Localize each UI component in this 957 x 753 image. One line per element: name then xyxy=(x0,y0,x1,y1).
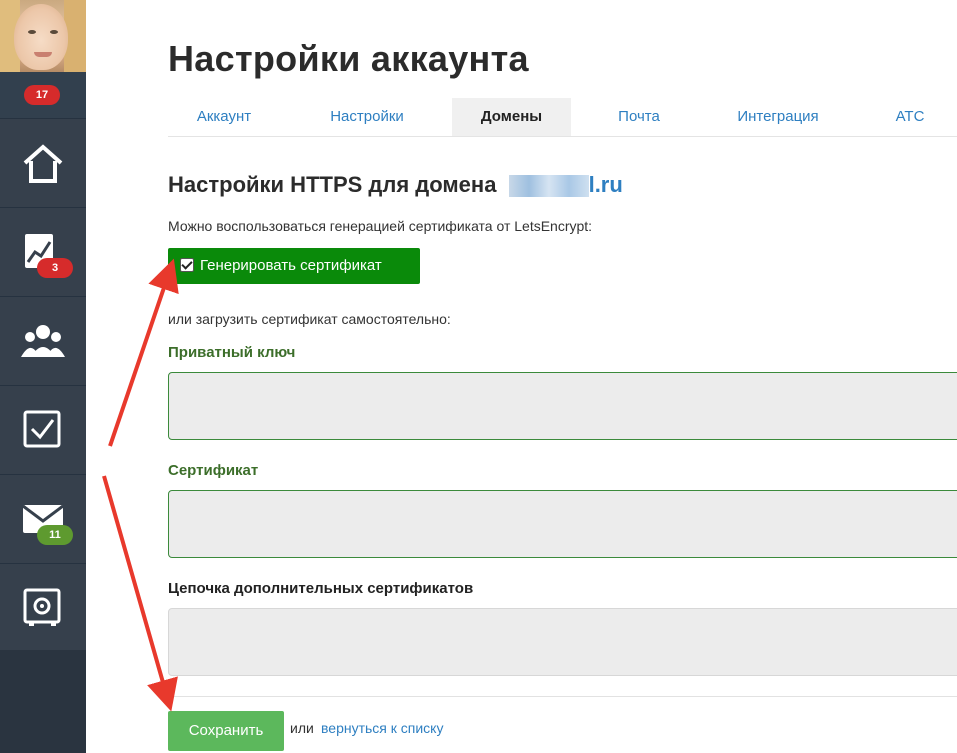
chain-input[interactable] xyxy=(168,608,957,676)
home-icon xyxy=(23,144,63,183)
tab-mail[interactable]: Почта xyxy=(584,98,694,136)
letsencrypt-hint: Можно воспользоваться генерацией сертифи… xyxy=(168,218,593,234)
avatar[interactable] xyxy=(0,0,86,72)
upload-manually-text: или загрузить сертификат самостоятельно: xyxy=(168,311,451,327)
https-section-title: Настройки HTTPS для домена l.ru xyxy=(168,172,623,198)
footer-or-text: или xyxy=(290,720,314,736)
certificate-label: Сертификат xyxy=(168,462,259,479)
sidebar-item-mail[interactable]: 11 xyxy=(0,474,86,563)
sidebar-item-analytics[interactable]: 3 xyxy=(0,207,86,296)
tab-bar: Аккаунт Настройки Домены Почта Интеграци… xyxy=(168,98,957,137)
chain-label: Цепочка дополнительных сертификатов xyxy=(168,580,474,597)
private-key-label: Приватный ключ xyxy=(168,344,296,361)
tab-domains[interactable]: Домены xyxy=(452,98,571,136)
sidebar: 17 3 11 xyxy=(0,0,86,753)
people-icon xyxy=(21,325,65,357)
save-button[interactable]: Сохранить xyxy=(168,711,284,751)
arrow-to-save xyxy=(102,475,178,712)
back-to-list-link[interactable]: вернуться к списку xyxy=(321,720,443,736)
private-key-input[interactable] xyxy=(168,372,957,440)
form-divider xyxy=(168,696,957,697)
sidebar-item-tasks[interactable] xyxy=(0,385,86,474)
sidebar-item-home[interactable] xyxy=(0,118,86,207)
checkbox-icon xyxy=(23,410,61,448)
certificate-input[interactable] xyxy=(168,490,957,558)
domain-suffix: l.ru xyxy=(588,172,623,197)
tab-pbx[interactable]: АТС xyxy=(862,98,957,136)
analytics-badge: 3 xyxy=(37,258,73,278)
notification-badge: 17 xyxy=(24,85,60,105)
tab-integration[interactable]: Интеграция xyxy=(708,98,848,136)
arrow-to-generate xyxy=(108,258,179,447)
sidebar-item-safe[interactable] xyxy=(0,563,86,652)
mail-badge: 11 xyxy=(37,525,73,545)
checkbox-checked-icon[interactable] xyxy=(180,258,194,272)
sidebar-item-contacts[interactable] xyxy=(0,296,86,385)
page-title: Настройки аккаунта xyxy=(168,38,529,79)
tab-account[interactable]: Аккаунт xyxy=(168,98,280,136)
tab-settings[interactable]: Настройки xyxy=(296,98,438,136)
generate-certificate-label: Генерировать сертификат xyxy=(200,257,382,274)
safe-icon xyxy=(23,588,61,626)
domain-redacted xyxy=(508,175,589,198)
https-title-prefix: Настройки HTTPS для домена xyxy=(168,172,497,197)
generate-certificate-toggle[interactable]: Генерировать сертификат xyxy=(168,248,420,284)
sidebar-footer xyxy=(0,650,86,753)
